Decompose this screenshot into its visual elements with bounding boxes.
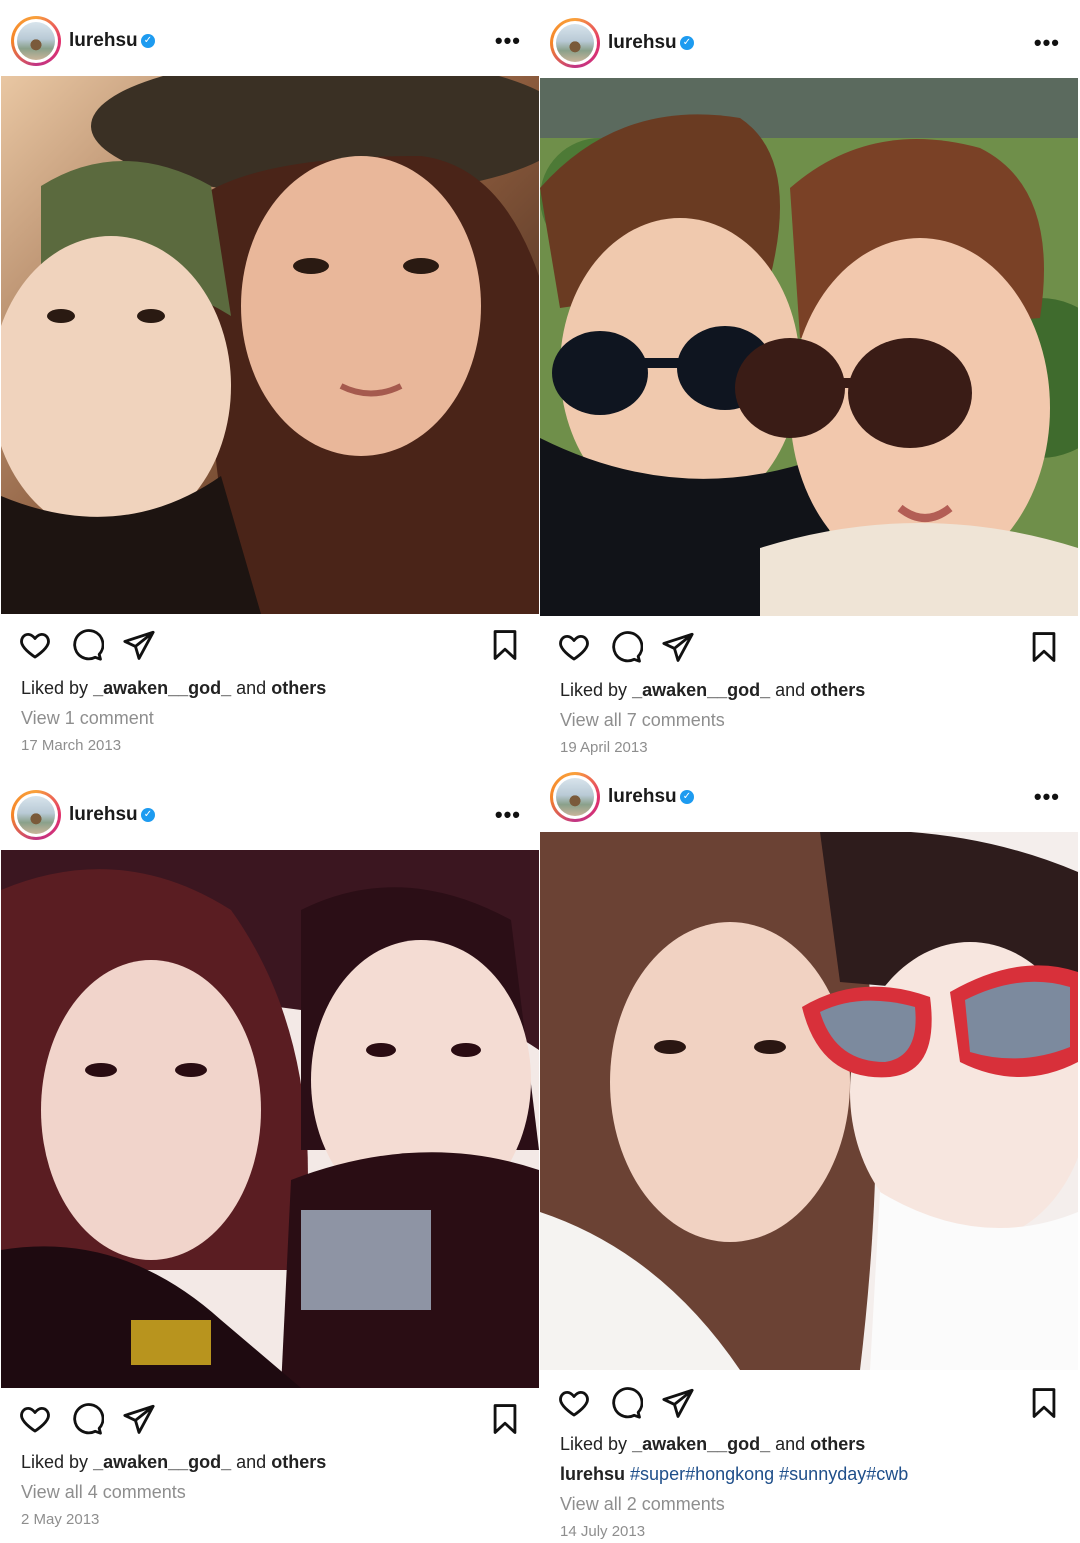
verified-badge-icon: ✓	[141, 808, 155, 822]
more-options-icon[interactable]: •••	[495, 802, 521, 828]
liked-and: and	[236, 678, 267, 698]
username[interactable]: lurehsu	[69, 804, 138, 826]
post-photo[interactable]	[1, 76, 539, 614]
view-comments-link[interactable]: View all 4 comments	[21, 1482, 186, 1503]
liked-others[interactable]: others	[810, 680, 865, 700]
liked-and: and	[775, 1434, 806, 1454]
share-icon[interactable]	[122, 1402, 156, 1436]
action-bar	[1, 1402, 539, 1442]
verified-badge-icon: ✓	[680, 36, 694, 50]
share-icon[interactable]	[661, 630, 695, 664]
post-date: 2 May 2013	[21, 1511, 100, 1528]
avatar[interactable]	[11, 16, 61, 66]
liked-user[interactable]: _awaken__god_	[632, 680, 770, 700]
avatar[interactable]	[550, 18, 600, 68]
more-options-icon[interactable]: •••	[1034, 784, 1060, 810]
username[interactable]: lurehsu	[608, 32, 677, 54]
comment-icon[interactable]	[609, 630, 643, 664]
liked-and: and	[236, 1452, 267, 1472]
likes-summary[interactable]: Liked by _awaken__god_ and others	[21, 678, 326, 699]
liked-user[interactable]: _awaken__god_	[93, 678, 231, 698]
liked-and: and	[775, 680, 806, 700]
heart-icon[interactable]	[18, 1402, 52, 1436]
post-header: lurehsu ✓ •••	[540, 756, 1078, 831]
likes-summary[interactable]: Liked by _awaken__god_ and others	[21, 1452, 326, 1473]
heart-icon[interactable]	[557, 630, 591, 664]
caption-username[interactable]: lurehsu	[560, 1464, 625, 1484]
share-icon[interactable]	[661, 1386, 695, 1420]
avatar[interactable]	[11, 790, 61, 840]
likes-summary[interactable]: Liked by _awaken__god_ and others	[560, 1434, 865, 1455]
share-icon[interactable]	[122, 628, 156, 662]
heart-icon[interactable]	[18, 628, 52, 662]
bookmark-icon[interactable]	[1027, 630, 1061, 664]
post-date: 19 April 2013	[560, 739, 648, 756]
liked-others[interactable]: others	[271, 678, 326, 698]
liked-others[interactable]: others	[271, 1452, 326, 1472]
comment-icon[interactable]	[609, 1386, 643, 1420]
more-options-icon[interactable]: •••	[495, 28, 521, 54]
liked-prefix: Liked by	[560, 680, 628, 700]
liked-prefix: Liked by	[21, 1452, 89, 1472]
bookmark-icon[interactable]	[488, 1402, 522, 1436]
post-date: 14 July 2013	[560, 1523, 646, 1540]
liked-prefix: Liked by	[21, 678, 89, 698]
post-header: lurehsu ✓ •••	[1, 0, 539, 75]
liked-prefix: Liked by	[560, 1434, 628, 1454]
post-photo[interactable]	[540, 78, 1078, 616]
post-date: 17 March 2013	[21, 737, 122, 754]
action-bar	[540, 630, 1078, 670]
post-caption: lurehsu #super#hongkong #sunnyday#cwb	[560, 1464, 908, 1485]
more-options-icon[interactable]: •••	[1034, 30, 1060, 56]
username[interactable]: lurehsu	[69, 30, 138, 52]
avatar[interactable]	[550, 772, 600, 822]
liked-user[interactable]: _awaken__god_	[632, 1434, 770, 1454]
post-header: lurehsu ✓ •••	[540, 2, 1078, 77]
username[interactable]: lurehsu	[608, 786, 677, 808]
liked-others[interactable]: others	[810, 1434, 865, 1454]
action-bar	[540, 1386, 1078, 1426]
caption-hashtags[interactable]: #super#hongkong #sunnyday#cwb	[630, 1464, 908, 1484]
post-photo[interactable]	[1, 850, 539, 1388]
bookmark-icon[interactable]	[488, 628, 522, 662]
likes-summary[interactable]: Liked by _awaken__god_ and others	[560, 680, 865, 701]
view-comments-link[interactable]: View all 2 comments	[560, 1494, 725, 1515]
comment-icon[interactable]	[70, 1402, 104, 1436]
comment-icon[interactable]	[70, 628, 104, 662]
heart-icon[interactable]	[557, 1386, 591, 1420]
view-comments-link[interactable]: View 1 comment	[21, 708, 154, 729]
post-header: lurehsu ✓ •••	[1, 774, 539, 849]
liked-user[interactable]: _awaken__god_	[93, 1452, 231, 1472]
action-bar	[1, 628, 539, 668]
verified-badge-icon: ✓	[680, 790, 694, 804]
post-photo[interactable]	[540, 832, 1078, 1370]
view-comments-link[interactable]: View all 7 comments	[560, 710, 725, 731]
bookmark-icon[interactable]	[1027, 1386, 1061, 1420]
verified-badge-icon: ✓	[141, 34, 155, 48]
